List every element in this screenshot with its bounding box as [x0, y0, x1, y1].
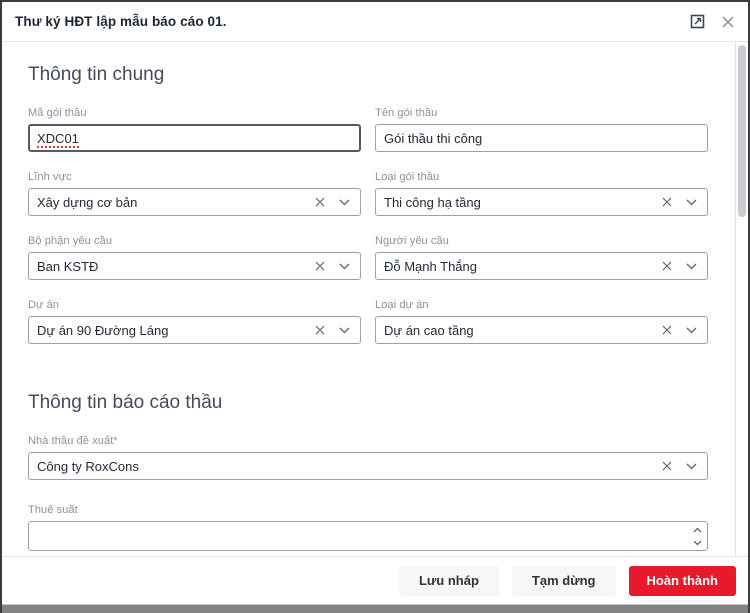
field-thue-suat: Thuế suất [28, 504, 708, 551]
linh-vuc-combobox[interactable]: Xây dựng cơ bản [28, 188, 361, 216]
field-label: Người yêu cầu [375, 235, 708, 247]
expand-icon[interactable] [690, 14, 705, 29]
clear-icon[interactable] [315, 261, 325, 271]
save-draft-button[interactable]: Lưu nháp [399, 566, 499, 596]
clear-icon[interactable] [662, 325, 672, 335]
loai-du-an-combobox[interactable]: Dự án cao tầng [375, 316, 708, 344]
clear-icon[interactable] [315, 197, 325, 207]
nguoi-yeu-cau-combobox[interactable]: Đỗ Mạnh Thắng [375, 252, 708, 280]
clear-icon[interactable] [662, 461, 672, 471]
field-ten-goi-thau: Tên gói thầu [375, 107, 708, 152]
page-background-strip [2, 604, 748, 613]
combobox-value: Công ty RoxCons [37, 459, 662, 474]
chevron-down-icon[interactable] [686, 263, 697, 270]
chevron-down-icon[interactable] [339, 327, 350, 334]
scrollbar[interactable] [735, 42, 748, 556]
combobox-value: Thi công hạ tầng [384, 195, 662, 210]
field-loai-goi-thau: Loại gói thầu Thi công hạ tầng [375, 171, 708, 216]
chevron-down-icon[interactable] [339, 199, 350, 206]
close-icon[interactable] [721, 15, 735, 29]
form-content: Thông tin chung Mã gói thầu Tên gói thầu [2, 42, 735, 556]
section-heading-general: Thông tin chung [28, 64, 708, 86]
spellcheck-underline [37, 146, 79, 148]
chevron-down-icon[interactable] [686, 327, 697, 334]
field-du-an: Dự án Dự án 90 Đường Láng [28, 299, 361, 344]
field-label: Mã gói thầu [28, 107, 361, 119]
field-nha-thau-de-xuat: Nhà thầu đề xuất* Công ty RoxCons [28, 435, 708, 480]
modal-dialog: Thư ký HĐT lập mẫu báo cáo 01. Thông tin… [0, 0, 750, 613]
loai-goi-thau-combobox[interactable]: Thi công hạ tầng [375, 188, 708, 216]
combobox-value: Ban KSTĐ [37, 259, 315, 274]
spinner-up-icon[interactable] [689, 523, 705, 536]
scrollbar-thumb[interactable] [738, 45, 746, 217]
clear-icon[interactable] [315, 325, 325, 335]
field-label: Thuế suất [28, 504, 708, 516]
field-label: Tên gói thầu [375, 107, 708, 119]
field-bo-phan-yeu-cau: Bộ phận yêu cầu Ban KSTĐ [28, 235, 361, 280]
field-loai-du-an: Loại dự án Dự án cao tầng [375, 299, 708, 344]
field-linh-vuc: Lĩnh vực Xây dựng cơ bản [28, 171, 361, 216]
du-an-combobox[interactable]: Dự án 90 Đường Láng [28, 316, 361, 344]
clear-icon[interactable] [662, 197, 672, 207]
field-label: Bộ phận yêu cầu [28, 235, 361, 247]
clear-icon[interactable] [662, 261, 672, 271]
field-nguoi-yeu-cau: Người yêu cầu Đỗ Mạnh Thắng [375, 235, 708, 280]
number-spinner [689, 523, 705, 549]
combobox-value: Đỗ Mạnh Thắng [384, 259, 662, 274]
section-heading-report: Thông tin báo cáo thầu [28, 392, 708, 414]
combobox-value: Xây dựng cơ bản [37, 195, 315, 210]
dialog-titlebar: Thư ký HĐT lập mẫu báo cáo 01. [2, 2, 748, 42]
dialog-title: Thư ký HĐT lập mẫu báo cáo 01. [15, 14, 690, 29]
field-label: Lĩnh vực [28, 171, 361, 183]
field-label: Loại gói thầu [375, 171, 708, 183]
dialog-footer: Lưu nháp Tạm dừng Hoàn thành [2, 556, 748, 604]
pause-button[interactable]: Tạm dừng [512, 566, 616, 596]
thue-suat-input[interactable] [29, 522, 707, 550]
field-ma-goi-thau: Mã gói thầu [28, 107, 361, 152]
field-label: Dự án [28, 299, 361, 311]
combobox-value: Dự án 90 Đường Láng [37, 323, 315, 338]
chevron-down-icon[interactable] [686, 463, 697, 470]
chevron-down-icon[interactable] [339, 263, 350, 270]
complete-button[interactable]: Hoàn thành [629, 566, 737, 596]
field-label: Nhà thầu đề xuất* [28, 435, 708, 447]
bo-phan-yeu-cau-combobox[interactable]: Ban KSTĐ [28, 252, 361, 280]
nha-thau-de-xuat-combobox[interactable]: Công ty RoxCons [28, 452, 708, 480]
chevron-down-icon[interactable] [686, 199, 697, 206]
ten-goi-thau-input[interactable] [375, 124, 708, 152]
combobox-value: Dự án cao tầng [384, 323, 662, 338]
spinner-down-icon[interactable] [689, 536, 705, 549]
field-label: Loại dự án [375, 299, 708, 311]
